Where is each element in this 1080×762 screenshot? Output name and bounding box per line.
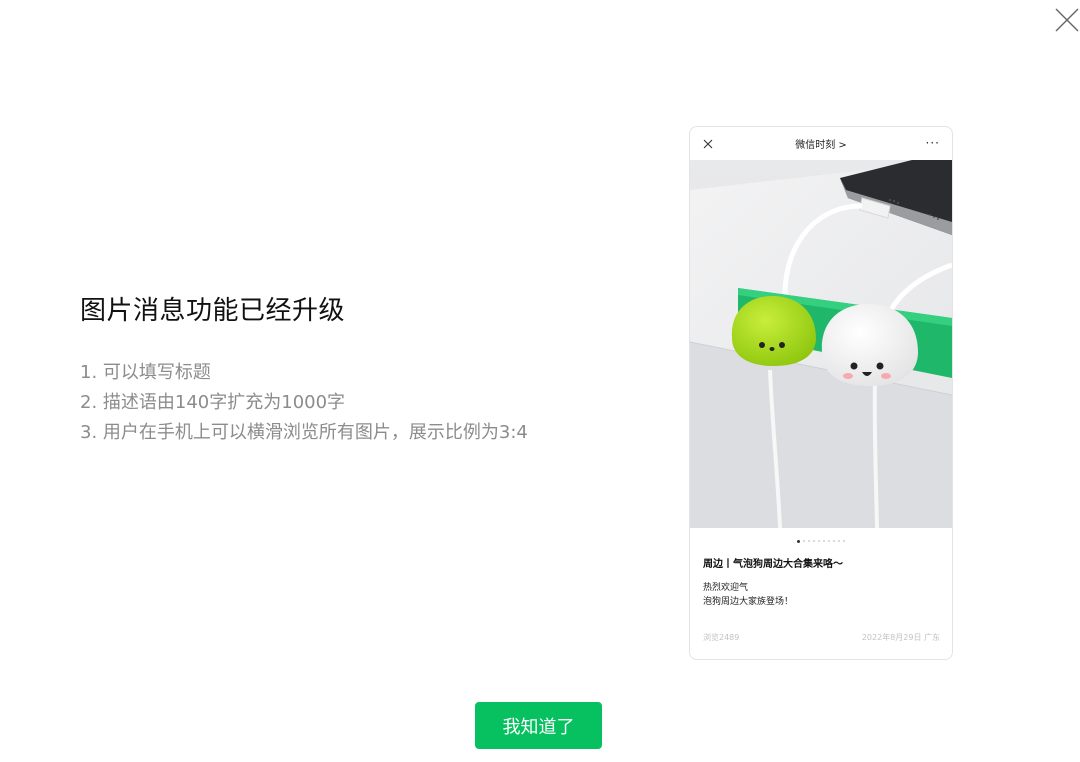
close-dialog-button[interactable] [1053,6,1080,34]
preview-footer: 浏览2489 2022年8月29日 广东 [703,632,940,643]
pager-dot[interactable] [813,540,815,542]
got-it-button[interactable]: 我知道了 [475,702,602,749]
pager-dot[interactable] [823,540,825,542]
pager-dot[interactable] [808,540,810,542]
pager-dot[interactable] [803,540,805,542]
feature-item: 3. 用户在手机上可以横滑浏览所有图片，展示比例为3:4 [80,422,528,443]
pager-dot[interactable] [797,539,800,543]
pager-dot[interactable] [828,540,830,542]
upgrade-notice-dialog: 图片消息功能已经升级 1. 可以填写标题 2. 描述语由140字扩充为1000字… [0,0,1080,762]
pager-dot[interactable] [818,540,820,542]
dialog-title: 图片消息功能已经升级 [80,296,346,326]
image-pager-dots[interactable] [690,538,952,544]
close-icon [703,139,713,149]
view-count: 浏览2489 [703,633,740,642]
description-line: 泡狗周边大家族登场！ [703,597,794,607]
feature-list: 1. 可以填写标题 2. 描述语由140字扩充为1000字 3. 用户在手机上可… [80,358,528,448]
preview-article-title: 周边丨气泡狗周边大合集来咯～ [703,559,843,570]
pager-dot[interactable] [843,540,845,542]
feature-item: 1. 可以填写标题 [80,362,211,383]
close-icon [1055,8,1079,32]
preview-account-title: 微信时刻 > [795,140,847,151]
pager-dot[interactable] [838,540,840,542]
pager-dot[interactable] [833,540,835,542]
preview-description: 热烈欢迎气 泡狗周边大家族登场！ [703,581,793,609]
publish-date-location: 2022年8月29日 广东 [861,633,940,642]
description-line: 热烈欢迎气 [703,583,749,593]
phone-preview: 微信时刻 > ··· 周边丨气泡狗周边大合集来咯～ 热烈欢迎气 泡狗周边大家族登… [689,126,953,660]
preview-header: 微信时刻 > ··· [690,127,952,160]
feature-item: 2. 描述语由140字扩充为1000字 [80,392,346,413]
preview-image [690,160,952,528]
more-icon: ··· [925,136,940,150]
